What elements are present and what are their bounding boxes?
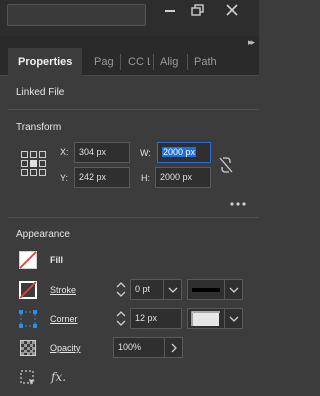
x-label: X:	[60, 147, 69, 157]
tab-pathfinder[interactable]: Path	[194, 48, 224, 76]
corner-style-preview[interactable]	[187, 308, 225, 329]
corner-icon[interactable]	[19, 310, 37, 331]
stroke-weight-field[interactable]: 0 pt	[130, 279, 164, 300]
tab-divider	[153, 54, 154, 70]
height-field[interactable]: 2000 px	[155, 167, 211, 188]
restore-icon[interactable]	[183, 0, 213, 20]
width-field[interactable]: 2000 px	[157, 142, 211, 163]
panel-tabs: Properties Pag CC L Alig Path	[0, 48, 259, 77]
chevron-down-icon	[168, 287, 177, 293]
chevron-down-icon	[229, 287, 238, 293]
opacity-slider-button[interactable]	[164, 337, 183, 358]
stroke-stepper[interactable]	[113, 279, 129, 300]
appearance-title: Appearance	[16, 229, 70, 240]
x-position-field[interactable]: 304 px	[74, 142, 130, 163]
fill-label: Fill	[50, 255, 63, 265]
stroke-weight-dropdown[interactable]	[163, 279, 182, 300]
fill-swatch-icon[interactable]	[19, 251, 37, 272]
corner-style-dropdown[interactable]	[224, 308, 243, 329]
corner-radius-field[interactable]: 12 px	[130, 308, 182, 329]
minimize-icon[interactable]	[155, 0, 185, 20]
opacity-icon[interactable]	[20, 340, 36, 359]
tab-divider	[120, 54, 121, 70]
chevron-down-icon	[116, 320, 126, 326]
stroke-label[interactable]: Stroke	[50, 285, 76, 295]
tab-cc-libraries[interactable]: CC L	[128, 48, 150, 76]
y-position-field[interactable]: 242 px	[74, 167, 130, 188]
divider	[8, 109, 259, 110]
more-options-icon[interactable]	[230, 198, 246, 210]
stroke-style-dropdown[interactable]	[224, 279, 243, 300]
collapse-panel-icon[interactable]: ▸▸	[248, 36, 255, 48]
close-icon[interactable]	[217, 0, 247, 20]
tab-pages[interactable]: Pag	[94, 48, 118, 76]
corner-shape-preview	[191, 311, 220, 326]
window-title-bar	[0, 0, 259, 36]
divider	[8, 217, 259, 218]
stroke-line-preview	[192, 288, 220, 292]
stroke-swatch-icon[interactable]	[19, 281, 37, 302]
chevron-up-icon	[116, 282, 126, 288]
width-value: 2000 px	[162, 147, 197, 157]
panel-collapse-bar: ▸▸	[0, 36, 259, 48]
selection-icon[interactable]	[20, 370, 36, 389]
opacity-field[interactable]: 100%	[113, 337, 165, 358]
linked-file-label: Linked File	[16, 87, 65, 98]
tab-divider	[187, 54, 188, 70]
corner-label[interactable]: Corner	[50, 314, 78, 324]
h-label: H:	[141, 173, 150, 183]
fx-icon[interactable]: fx.	[51, 370, 66, 384]
stroke-style-preview[interactable]	[187, 279, 225, 300]
window-title-field[interactable]	[7, 4, 146, 26]
y-label: Y:	[60, 173, 69, 183]
opacity-label[interactable]: Opacity	[50, 343, 81, 353]
chevron-down-icon	[116, 291, 126, 297]
w-label: W:	[140, 148, 151, 158]
chevron-up-icon	[116, 311, 126, 317]
chevron-down-icon	[229, 316, 238, 322]
reference-point-icon[interactable]	[21, 151, 47, 180]
constrain-proportions-icon[interactable]	[218, 156, 234, 177]
tab-properties[interactable]: Properties	[8, 48, 82, 77]
tab-align[interactable]: Alig	[160, 48, 184, 76]
transform-title: Transform	[16, 122, 62, 133]
chevron-right-icon	[171, 343, 177, 352]
corner-stepper[interactable]	[113, 308, 129, 329]
